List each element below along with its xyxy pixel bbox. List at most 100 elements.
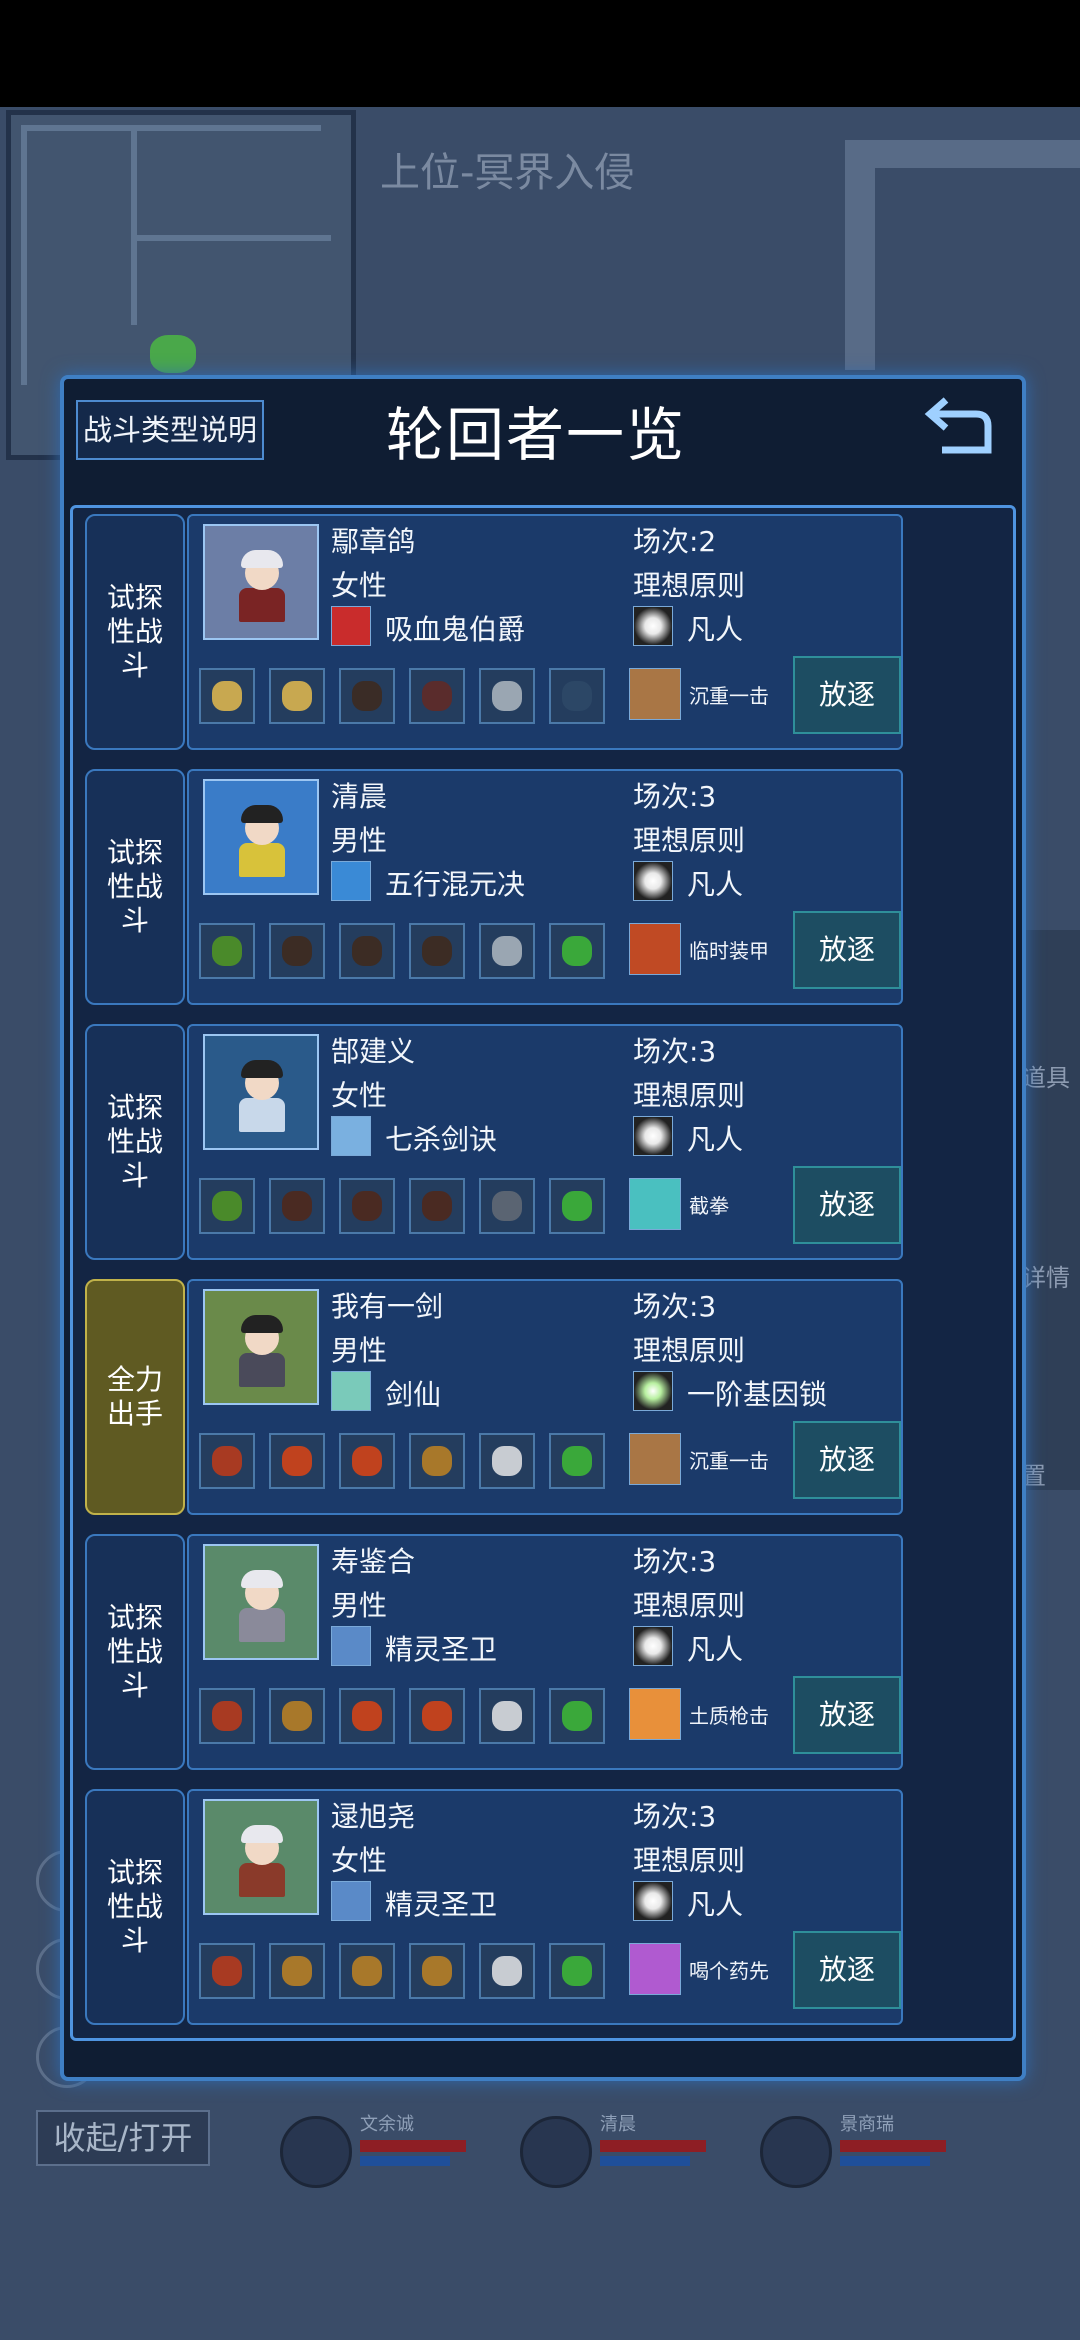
- equipment-icon: [492, 1956, 522, 1986]
- equipment-slot[interactable]: [199, 1433, 255, 1489]
- character-portrait[interactable]: [203, 1799, 319, 1915]
- skill-icon[interactable]: [629, 923, 681, 975]
- hp-bar: [600, 2140, 706, 2152]
- equipment-slot[interactable]: [269, 923, 325, 979]
- side-menu-details[interactable]: 详情: [1022, 1258, 1070, 1293]
- expel-button[interactable]: 放逐: [793, 911, 901, 989]
- collapse-toggle-button[interactable]: 收起/打开: [36, 2110, 210, 2166]
- skill-icon[interactable]: [629, 1178, 681, 1230]
- side-menu-items[interactable]: 道具: [1022, 1058, 1070, 1093]
- equipment-slot[interactable]: [409, 1688, 465, 1744]
- battle-tag-line: 出手: [106, 1397, 163, 1430]
- equipment-slot[interactable]: [479, 668, 535, 724]
- equipment-slot[interactable]: [409, 1943, 465, 1999]
- equipment-slot[interactable]: [409, 1178, 465, 1234]
- skill-icon[interactable]: [629, 1688, 681, 1740]
- portrait-hair: [241, 1315, 283, 1333]
- equipment-slot[interactable]: [269, 1943, 325, 1999]
- reincarnator-list[interactable]: 试探 性战斗 鄢章鸽 女性 吸血鬼伯爵 场次:2 理想原则 凡人 沉重一击 放逐…: [70, 505, 1016, 2041]
- map-wall: [845, 140, 1080, 168]
- battle-type-tag[interactable]: 试探 性战斗: [85, 769, 185, 1005]
- equipment-slot[interactable]: [339, 1943, 395, 1999]
- equipment-slot[interactable]: [199, 1688, 255, 1744]
- equipment-slot[interactable]: [339, 1178, 395, 1234]
- battle-type-tag[interactable]: 试探 性战斗: [85, 514, 185, 750]
- equipment-slot[interactable]: [479, 1433, 535, 1489]
- expel-button[interactable]: 放逐: [793, 1931, 901, 2009]
- character-portrait[interactable]: [203, 1544, 319, 1660]
- character-portrait[interactable]: [203, 524, 319, 640]
- expel-button[interactable]: 放逐: [793, 1676, 901, 1754]
- equipment-slot[interactable]: [339, 1688, 395, 1744]
- battle-type-tag[interactable]: 全力 出手: [85, 1279, 185, 1515]
- battle-type-tag[interactable]: 试探 性战斗: [85, 1789, 185, 2025]
- equipment-slot[interactable]: [409, 668, 465, 724]
- expel-button[interactable]: 放逐: [793, 1166, 901, 1244]
- bloodline-icon: [331, 1116, 371, 1156]
- equipment-slot[interactable]: [479, 923, 535, 979]
- skill-name: 沉重一击: [689, 684, 769, 708]
- gene-lock-level: 凡人: [687, 1123, 744, 1156]
- equipment-icon: [422, 1446, 452, 1476]
- expel-button[interactable]: 放逐: [793, 656, 901, 734]
- equipment-icon: [212, 1446, 242, 1476]
- equipment-slot[interactable]: [339, 1433, 395, 1489]
- equipment-slot[interactable]: [549, 1433, 605, 1489]
- battle-type-info-button[interactable]: 战斗类型说明: [76, 400, 264, 460]
- equipment-icon: [492, 681, 522, 711]
- map-wall: [845, 140, 875, 370]
- expel-button[interactable]: 放逐: [793, 1421, 901, 1499]
- status-bar: [0, 0, 1080, 107]
- character-portrait[interactable]: [203, 1034, 319, 1150]
- skill-icon[interactable]: [629, 1943, 681, 1995]
- character-gender: 女性: [331, 1844, 388, 1877]
- equipment-slot[interactable]: [269, 1433, 325, 1489]
- equipment-slot[interactable]: [339, 923, 395, 979]
- back-arrow-icon[interactable]: [922, 392, 996, 466]
- skill-icon[interactable]: [629, 1433, 681, 1485]
- equipment-slot[interactable]: [549, 1178, 605, 1234]
- equipment-slot[interactable]: [479, 1178, 535, 1234]
- equipment-slot[interactable]: [199, 1178, 255, 1234]
- battle-tag-line: 试探: [106, 581, 163, 614]
- reincarnator-entry: 试探 性战斗 寿鉴合 男性 精灵圣卫 场次:3 理想原则 凡人 土质枪击 放逐: [73, 1528, 1013, 1770]
- equipment-slot[interactable]: [269, 668, 325, 724]
- equipment-slot[interactable]: [479, 1943, 535, 1999]
- equipment-icon: [562, 681, 592, 711]
- skill-name: 喝个药先: [689, 1959, 769, 1983]
- equipment-slot[interactable]: [549, 1688, 605, 1744]
- equipment-slot[interactable]: [269, 1178, 325, 1234]
- gene-lock-level: 凡人: [687, 1888, 744, 1921]
- equipment-slot[interactable]: [409, 1433, 465, 1489]
- equipment-slot[interactable]: [549, 1943, 605, 1999]
- equipment-icon: [562, 1701, 592, 1731]
- principle: 理想原则: [633, 569, 746, 602]
- battle-type-tag[interactable]: 试探 性战斗: [85, 1024, 185, 1260]
- character-portrait[interactable]: [203, 1289, 319, 1405]
- equipment-slot[interactable]: [409, 923, 465, 979]
- skill-icon[interactable]: [629, 668, 681, 720]
- equipment-slot[interactable]: [549, 923, 605, 979]
- equipment-icon: [422, 681, 452, 711]
- minimap-wall: [131, 125, 137, 325]
- bloodline-name: 精灵圣卫: [385, 1888, 498, 1921]
- equipment-icon: [492, 1446, 522, 1476]
- bloodline-icon: [331, 606, 371, 646]
- equipment-slot[interactable]: [269, 1688, 325, 1744]
- equipment-icon: [352, 1701, 382, 1731]
- equipment-slot[interactable]: [549, 668, 605, 724]
- equipment-slot[interactable]: [199, 923, 255, 979]
- avatar: [280, 2116, 352, 2188]
- principle: 理想原则: [633, 824, 746, 857]
- bloodline-name: 吸血鬼伯爵: [385, 613, 526, 646]
- equipment-slot[interactable]: [199, 668, 255, 724]
- equipment-slot[interactable]: [339, 668, 395, 724]
- portrait-body: [239, 1608, 285, 1642]
- character-portrait[interactable]: [203, 779, 319, 895]
- character-gender: 女性: [331, 1079, 388, 1112]
- equipment-slot[interactable]: [199, 1943, 255, 1999]
- reincarnator-card: 鄢章鸽 女性 吸血鬼伯爵 场次:2 理想原则 凡人 沉重一击 放逐: [187, 514, 903, 750]
- skill-name: 沉重一击: [689, 1449, 769, 1473]
- battle-type-tag[interactable]: 试探 性战斗: [85, 1534, 185, 1770]
- equipment-slot[interactable]: [479, 1688, 535, 1744]
